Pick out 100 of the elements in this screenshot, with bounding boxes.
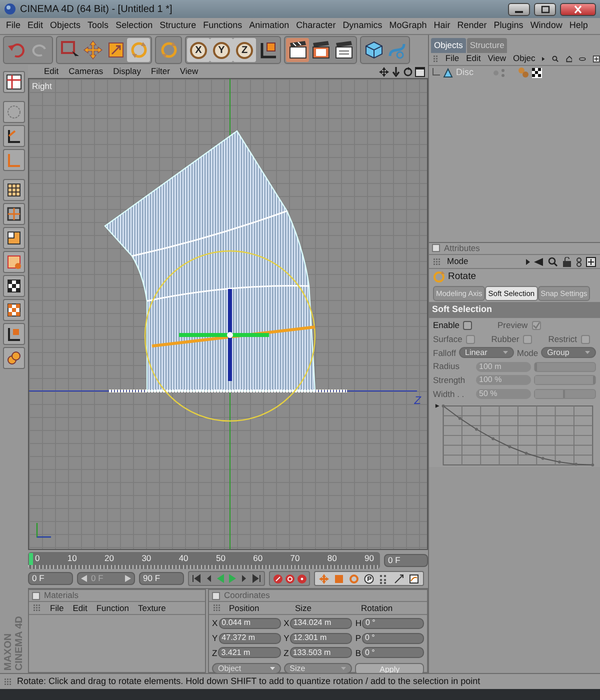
end-frame-field[interactable]: 90 F: [139, 572, 184, 585]
menu-item[interactable]: File: [445, 52, 460, 66]
menu-item[interactable]: Selection: [116, 19, 153, 33]
search-icon[interactable]: [548, 256, 558, 266]
menu-item[interactable]: Plugins: [494, 19, 524, 33]
mode-button[interactable]: [3, 125, 25, 147]
menu-item[interactable]: Edit: [28, 19, 44, 33]
mode-button[interactable]: [3, 299, 25, 321]
record-button[interactable]: [284, 572, 295, 584]
menu-item[interactable]: Texture: [138, 602, 166, 614]
move-button[interactable]: [81, 38, 104, 62]
value-field[interactable]: 133.503 m: [290, 647, 352, 658]
grip-icon[interactable]: [213, 604, 221, 612]
grip-icon[interactable]: [433, 54, 438, 63]
axis-lock-button[interactable]: Z: [233, 38, 256, 62]
panel-checkbox[interactable]: [212, 592, 220, 600]
menu-item[interactable]: File: [6, 19, 21, 33]
menu-item[interactable]: File: [50, 602, 64, 614]
panel-tab[interactable]: Objects: [431, 38, 466, 53]
menu-item[interactable]: Functions: [203, 19, 242, 33]
record-button[interactable]: [296, 572, 307, 584]
menu-item[interactable]: Dynamics: [342, 19, 382, 33]
menu-item[interactable]: Display: [113, 65, 142, 78]
minimize-button[interactable]: [508, 2, 530, 16]
axis-label: X: [212, 617, 218, 630]
key-button[interactable]: [407, 572, 421, 584]
mode-button[interactable]: [3, 71, 25, 93]
record-icon: [284, 574, 294, 584]
grip-icon[interactable]: [433, 258, 441, 266]
value-field[interactable]: 0 °: [362, 618, 424, 629]
mode-button[interactable]: [3, 323, 25, 345]
value-field[interactable]: 3.421 m: [218, 647, 281, 658]
edge-grid-icon: [6, 206, 22, 222]
value-field[interactable]: 0.044 m: [218, 618, 281, 629]
maximize-button[interactable]: [534, 2, 556, 16]
axis-lock-button[interactable]: Y: [210, 38, 233, 62]
maximize-view-icon[interactable]: [415, 66, 425, 76]
new-panel-icon[interactable]: [586, 256, 596, 266]
new-panel-icon[interactable]: [593, 54, 600, 64]
axis-lock-button[interactable]: X: [187, 38, 210, 62]
axis-label: B: [355, 646, 361, 660]
menu-item[interactable]: Edit: [72, 602, 88, 614]
menu-item[interactable]: MoGraph: [389, 19, 427, 33]
menu-item[interactable]: Render: [457, 19, 487, 33]
close-button[interactable]: [560, 2, 596, 16]
move-view-icon[interactable]: [379, 66, 389, 76]
mode-button[interactable]: [3, 275, 25, 297]
grip-icon[interactable]: [4, 678, 12, 686]
value-field[interactable]: 0 °: [362, 647, 424, 658]
checkbox[interactable]: [463, 320, 472, 330]
grip-icon[interactable]: [33, 604, 41, 612]
panel-checkbox[interactable]: [32, 592, 40, 600]
checkbox-label: Surface: [433, 332, 462, 346]
menu-item[interactable]: Hair: [434, 19, 450, 33]
key-button[interactable]: [392, 572, 406, 584]
play-arrow-icon[interactable]: [526, 258, 530, 264]
home-icon[interactable]: [566, 54, 572, 64]
render-view-button[interactable]: [286, 38, 309, 62]
mode-button[interactable]: [3, 179, 25, 201]
menu-item[interactable]: Objec: [513, 52, 536, 66]
menu-item[interactable]: Edit: [466, 52, 481, 66]
caret-icon: [502, 351, 508, 354]
timeline-ruler[interactable]: 0 10 20 30 40 50 60 70 80 90: [28, 552, 380, 569]
playback-button[interactable]: [191, 572, 202, 584]
menu-item[interactable]: Window: [530, 19, 562, 33]
tick-label: 60: [253, 552, 263, 565]
tick-label: 0: [35, 552, 40, 565]
menu-item[interactable]: Cameras: [68, 65, 104, 78]
lock-icon[interactable]: [562, 256, 572, 266]
search-icon[interactable]: [552, 54, 559, 64]
value-field[interactable]: 12.301 m: [290, 632, 352, 644]
menu-item[interactable]: Filter: [151, 65, 170, 78]
visibility-dots-icon[interactable]: [493, 68, 505, 78]
zoom-view-icon[interactable]: [391, 66, 401, 76]
menu-item[interactable]: Animation: [249, 19, 290, 33]
start-frame-field[interactable]: 0 F: [28, 572, 73, 585]
value-field[interactable]: 0 °: [362, 632, 424, 644]
mode-button[interactable]: [3, 227, 25, 249]
playback-button[interactable]: [251, 572, 262, 584]
menu-item[interactable]: Edit: [44, 65, 59, 78]
key-button[interactable]: [362, 572, 376, 584]
rotate-view-icon[interactable]: [403, 66, 413, 76]
value-field[interactable]: 47.372 m: [218, 632, 281, 644]
back-arrow-icon[interactable]: [534, 256, 544, 266]
panel-checkbox[interactable]: [432, 244, 440, 252]
mode-menu[interactable]: Mode: [447, 255, 468, 268]
menu-item[interactable]: Character: [296, 19, 336, 33]
menu-item[interactable]: Help: [569, 19, 588, 33]
menu-item[interactable]: Objects: [50, 19, 81, 33]
record-button[interactable]: [272, 572, 283, 584]
more-arrow-icon[interactable]: [542, 56, 545, 62]
menu-item[interactable]: View: [488, 52, 506, 66]
polygon-grid-icon: [6, 182, 22, 198]
value-field[interactable]: 134.024 m: [290, 618, 352, 629]
frame-field[interactable]: 0 F: [384, 554, 428, 567]
menu-item[interactable]: Tools: [88, 19, 109, 33]
tool-name: Rotate: [448, 270, 476, 284]
menu-item[interactable]: Function: [96, 602, 129, 614]
menu-item[interactable]: View: [180, 65, 198, 78]
menu-item[interactable]: Structure: [160, 19, 196, 33]
